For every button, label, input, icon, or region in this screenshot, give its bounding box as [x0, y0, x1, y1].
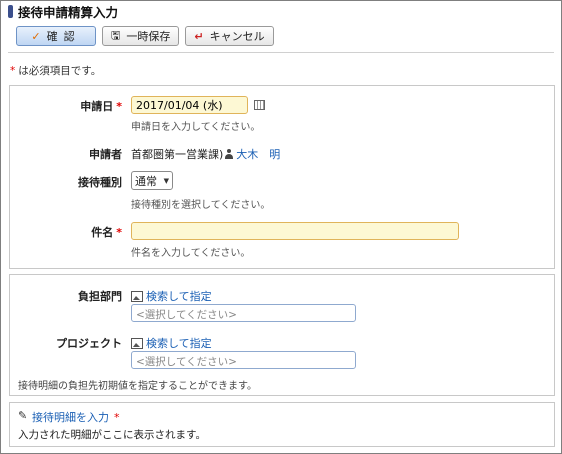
department-label: 負担部門: [78, 290, 122, 303]
pencil-icon: [18, 409, 28, 422]
return-arrow-icon: ↵: [194, 29, 204, 43]
application-date-hint: 申請日を入力してください。: [131, 122, 261, 133]
temp-save-button[interactable]: 🖫 一時保存: [102, 26, 180, 46]
subject-input[interactable]: [131, 222, 459, 240]
chevron-down-icon: ▼: [163, 176, 169, 185]
allocation-note: 接待明細の負担先初期値を指定することができます。: [18, 381, 257, 392]
application-date-input[interactable]: [131, 96, 248, 114]
project-search-icon: [131, 337, 143, 349]
details-panel: 接待明細を入力 * 入力された明細がここに表示されます。: [9, 402, 555, 447]
details-required-asterisk: *: [114, 410, 120, 424]
details-entry: 接待明細を入力 *: [18, 409, 120, 425]
page-title: 接待申請精算入力: [18, 4, 119, 20]
required-note-text: は必須項目です。: [18, 65, 102, 77]
person-icon: [225, 149, 234, 159]
required-asterisk: *: [10, 65, 16, 77]
entertainment-type-hint: 接待種別を選択してください。: [131, 200, 271, 211]
subject-hint: 件名を入力してください。: [131, 248, 251, 259]
project-search-link[interactable]: 検索して指定: [146, 335, 212, 351]
cancel-button-label: キャンセル: [209, 30, 265, 43]
applicant-value: 首都圏第一営業課) 大木 明: [131, 146, 280, 162]
applicant-label: 申請者: [89, 148, 122, 161]
save-icon: 🖫: [111, 28, 121, 42]
toolbar: ✓ 確認 🖫 一時保存 ↵ キャンセル: [16, 26, 274, 46]
department-search[interactable]: 検索して指定: [131, 288, 212, 304]
department-search-icon: [131, 290, 143, 302]
entertainment-type-value: 通常: [135, 174, 157, 188]
allocation-panel: 負担部門 検索して指定 <選択してください> プロジェクト 検索して指定 <選択…: [9, 274, 555, 396]
project-search[interactable]: 検索して指定: [131, 335, 212, 351]
project-label: プロジェクト: [56, 337, 122, 350]
confirm-button-label: 確認: [46, 30, 81, 43]
confirm-button[interactable]: ✓ 確認: [16, 26, 96, 46]
calendar-icon[interactable]: [254, 100, 265, 110]
divider: [8, 52, 554, 53]
check-icon: ✓: [31, 29, 41, 43]
department-field[interactable]: <選択してください>: [131, 304, 356, 322]
entertainment-type-select[interactable]: 通常 ▼: [131, 171, 173, 190]
details-note: 入力された明細がここに表示されます。: [18, 429, 206, 441]
temp-save-button-label: 一時保存: [126, 30, 171, 43]
basic-info-panel: 申請日* 申請日を入力してください。 申請者 首都圏第一営業課) 大木 明 接待…: [9, 85, 555, 269]
title-marker: [8, 4, 13, 18]
cancel-button[interactable]: ↵ キャンセル: [185, 26, 274, 46]
details-entry-link[interactable]: 接待明細を入力: [32, 409, 109, 425]
applicant-name-link[interactable]: 大木 明: [236, 146, 280, 162]
department-search-link[interactable]: 検索して指定: [146, 288, 212, 304]
required-note: * は必須項目です。: [10, 63, 101, 78]
subject-label: 件名 *: [91, 226, 122, 239]
entertainment-type-label: 接待種別: [78, 176, 122, 189]
application-date-label: 申請日 *: [80, 100, 122, 113]
page-title-bar: 接待申請精算入力: [8, 3, 119, 20]
project-field[interactable]: <選択してください>: [131, 351, 356, 369]
applicant-department: 首都圏第一営業課): [131, 148, 224, 161]
